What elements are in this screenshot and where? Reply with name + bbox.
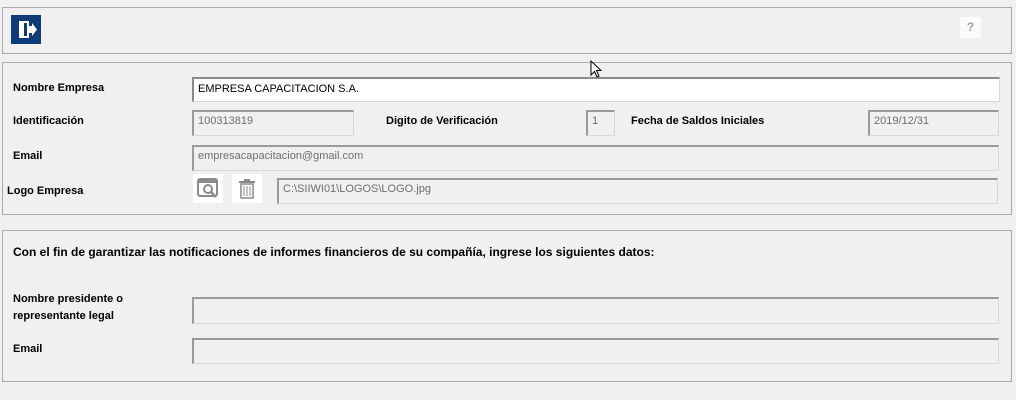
help-button[interactable]: ? — [960, 17, 981, 38]
notification-email-input[interactable] — [192, 338, 999, 364]
logo-path-input[interactable]: C:\SIIWI01\LOGOS\LOGO.jpg — [277, 178, 998, 204]
logo-label: Logo Empresa — [7, 185, 84, 197]
company-name-input[interactable]: EMPRESA CAPACITACION S.A. — [192, 77, 1000, 102]
identification-label: Identificación — [13, 115, 84, 127]
exit-icon — [19, 21, 37, 38]
browse-icon — [197, 178, 218, 198]
company-name-label: Nombre Empresa — [13, 82, 105, 94]
browse-logo-button[interactable] — [193, 174, 223, 203]
president-label-line1: Nombre presidente o — [13, 293, 124, 305]
initial-balance-date-label: Fecha de Saldos Iniciales — [631, 115, 765, 127]
delete-logo-button[interactable] — [232, 174, 262, 203]
president-label-line2: representante legal — [13, 310, 114, 322]
exit-button[interactable] — [11, 15, 41, 44]
verification-digit-label: Digito de Verificación — [386, 115, 498, 127]
identification-input[interactable]: 100313819 — [192, 110, 354, 136]
notification-email-label: Email — [13, 343, 43, 355]
mouse-cursor-icon — [590, 60, 603, 78]
verification-digit-input[interactable]: 1 — [586, 110, 615, 136]
email-label: Email — [13, 150, 43, 162]
email-input[interactable]: empresacapacitacion@gmail.com — [192, 145, 999, 171]
president-name-input[interactable] — [192, 297, 999, 324]
company-panel: Nombre Empresa EMPRESA CAPACITACION S.A.… — [2, 62, 1012, 215]
toolbar: ? — [2, 7, 1012, 54]
initial-balance-date-input[interactable]: 2019/12/31 — [868, 110, 999, 136]
trash-icon — [239, 179, 255, 199]
notifications-intro: Con el fin de garantizar las notificacio… — [13, 245, 655, 259]
notifications-panel: Con el fin de garantizar las notificacio… — [2, 230, 1012, 382]
